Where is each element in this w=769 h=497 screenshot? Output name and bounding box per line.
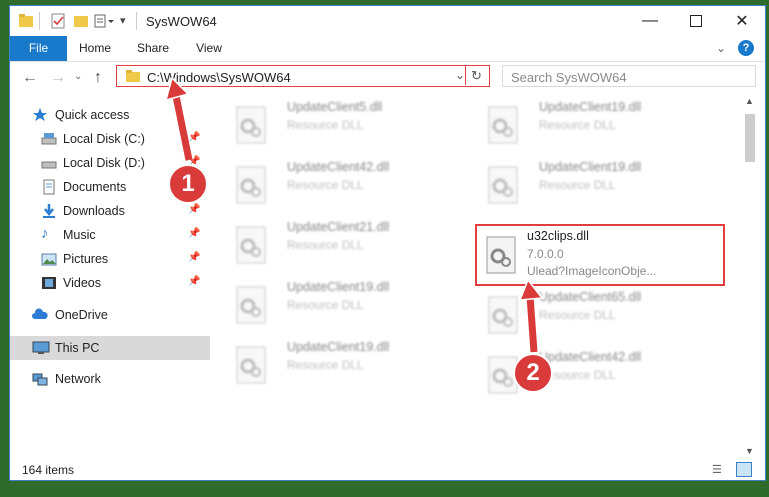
arrow-2-shaft <box>526 295 538 353</box>
annotation-arrows <box>164 76 544 353</box>
arrow-1-head <box>164 76 190 102</box>
arrow-2-head <box>518 278 544 301</box>
callout-2: 2 <box>513 353 553 393</box>
arrow-1-shaft <box>172 95 193 161</box>
callout-1: 1 <box>168 164 208 204</box>
